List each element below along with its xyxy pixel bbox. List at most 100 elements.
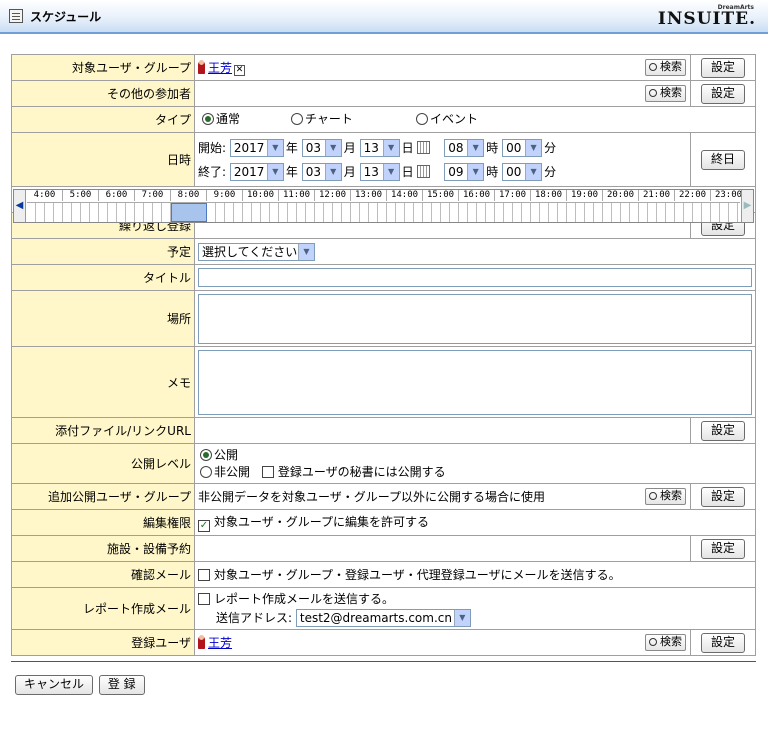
report-mail-label: レポート作成メール bbox=[11, 587, 195, 630]
type-event[interactable]: イベント bbox=[416, 110, 478, 127]
schedule-form: 対象ユーザ・グループ 王芳 ✕ 検索 設定 その他の参加者 検索 設定 タイプ 通… bbox=[11, 54, 756, 656]
timeline-hour-label: 11:00 bbox=[279, 190, 315, 201]
place-textarea[interactable] bbox=[198, 293, 752, 344]
divider bbox=[11, 661, 756, 662]
plan-label: 予定 bbox=[11, 238, 195, 265]
secretary-checkbox[interactable] bbox=[261, 465, 274, 478]
calendar-icon[interactable] bbox=[417, 164, 431, 178]
end-year-select[interactable]: 2017 ▼ bbox=[229, 163, 284, 181]
target-user-link[interactable]: 王芳 bbox=[208, 61, 232, 75]
timeline-hour-label: 19:00 bbox=[567, 190, 603, 201]
memo-label: メモ bbox=[11, 346, 195, 418]
start-minute-select[interactable]: 00 ▼ bbox=[502, 139, 543, 157]
timeline-hour-label: 13:00 bbox=[351, 190, 387, 201]
timeline-hour-label: 20:00 bbox=[603, 190, 639, 201]
radio-public[interactable] bbox=[200, 448, 212, 461]
timeline-hour-label: 7:00 bbox=[135, 190, 171, 201]
search-icon bbox=[649, 88, 657, 97]
timeline-hour-label: 18:00 bbox=[531, 190, 567, 201]
other-search-button[interactable]: 検索 bbox=[645, 84, 686, 102]
end-hour-select[interactable]: 09 ▼ bbox=[444, 163, 485, 181]
bottom-buttons: キャンセル 登 録 bbox=[15, 675, 147, 695]
attach-label: 添付ファイル/リンクURL bbox=[11, 417, 195, 444]
header-bar: スケジュール DreamArts INSUITE. bbox=[0, 0, 768, 34]
registrant-user-link[interactable]: 王芳 bbox=[208, 636, 232, 650]
edit-perm-label: 編集権限 bbox=[11, 509, 195, 536]
end-row: 終了: 2017 ▼ 年 03 ▼ 月 13 ▼ 日 09 ▼ 時 00 ▼ 分 bbox=[198, 163, 557, 181]
type-label: タイプ bbox=[11, 106, 195, 133]
timeline-left-arrow-icon[interactable]: ◀ bbox=[14, 190, 26, 222]
timeline-right-arrow-icon[interactable]: ▶ bbox=[741, 190, 753, 222]
radio-chart[interactable] bbox=[291, 113, 303, 125]
other-set-button[interactable]: 設定 bbox=[701, 83, 745, 104]
public-option[interactable]: 公開 bbox=[200, 447, 752, 464]
timeline-hour-label: 22:00 bbox=[675, 190, 711, 201]
timeline-hour-label: 14:00 bbox=[387, 190, 423, 201]
datetime-value: 開始: 2017 ▼ 年 03 ▼ 月 13 ▼ 日 08 ▼ 時 00 ▼ 分 終了: 2017 ▼… bbox=[194, 132, 691, 187]
register-button[interactable]: 登 録 bbox=[98, 675, 145, 695]
type-chart[interactable]: チャート bbox=[291, 110, 353, 127]
start-year-select[interactable]: 2017 ▼ bbox=[229, 139, 284, 157]
radio-private[interactable] bbox=[200, 465, 212, 478]
confirm-mail-label: 確認メール bbox=[11, 561, 195, 588]
extra-public-set-button[interactable]: 設定 bbox=[701, 486, 745, 507]
other-label: その他の参加者 bbox=[11, 80, 195, 107]
start-month-select[interactable]: 03 ▼ bbox=[301, 139, 342, 157]
search-icon bbox=[649, 491, 657, 500]
memo-textarea[interactable] bbox=[198, 349, 752, 415]
timeline-hour-label: 15:00 bbox=[423, 190, 459, 201]
facility-set-button[interactable]: 設定 bbox=[701, 538, 745, 559]
timeline-hour-label: 6:00 bbox=[99, 190, 135, 201]
user-icon bbox=[198, 60, 205, 74]
registrant-search-button[interactable]: 検索 bbox=[645, 633, 686, 651]
timeline-hour-label: 21:00 bbox=[639, 190, 675, 201]
title-input[interactable] bbox=[198, 268, 752, 287]
calendar-icon[interactable] bbox=[417, 140, 431, 154]
type-value: 通常 チャート イベント bbox=[194, 106, 756, 133]
end-day-select[interactable]: 13 ▼ bbox=[359, 163, 400, 181]
timeline: ◀ 4:00 5:00 6:00 7:00 8:00 9:00 10:00 11:00 12:0… bbox=[11, 186, 756, 223]
other-value: 検索 bbox=[194, 80, 691, 107]
end-month-select[interactable]: 03 ▼ bbox=[301, 163, 342, 181]
start-hour-select[interactable]: 08 ▼ bbox=[444, 139, 485, 157]
type-normal[interactable]: 通常 bbox=[202, 110, 240, 127]
page-title: スケジュール bbox=[30, 10, 102, 24]
plan-select[interactable]: 選択してください ▼ bbox=[198, 242, 315, 261]
timeline-hour-label: 5:00 bbox=[63, 190, 99, 201]
facility-label: 施設・設備予約 bbox=[11, 535, 195, 562]
timeline-hours: 4:00 5:00 6:00 7:00 8:00 9:00 10:00 11:00 12:00 1… bbox=[27, 190, 747, 201]
edit-perm-checkbox[interactable]: ✓ bbox=[198, 520, 210, 532]
cancel-button[interactable]: キャンセル bbox=[15, 675, 94, 695]
timeline-hour-label: 10:00 bbox=[243, 190, 279, 201]
timeline-hour-label: 9:00 bbox=[207, 190, 243, 201]
target-label: 対象ユーザ・グループ bbox=[11, 54, 195, 81]
schedule-icon bbox=[9, 9, 23, 23]
title-label: タイトル bbox=[11, 264, 195, 291]
target-set-button[interactable]: 設定 bbox=[701, 57, 745, 78]
brand-logo: INSUITE. bbox=[657, 9, 756, 29]
attach-set-button[interactable]: 設定 bbox=[701, 420, 745, 441]
registrant-label: 登録ユーザ bbox=[11, 629, 195, 656]
timeline-hour-label: 16:00 bbox=[459, 190, 495, 201]
registrant-set-button[interactable]: 設定 bbox=[701, 632, 745, 653]
user-icon bbox=[198, 635, 205, 649]
address-select[interactable]: test2@dreamarts.com.cn ▼ bbox=[295, 609, 471, 627]
target-search-button[interactable]: 検索 bbox=[645, 58, 686, 76]
all-day-button[interactable]: 終日 bbox=[701, 149, 745, 170]
timeline-hour-label: 8:00 bbox=[171, 190, 207, 201]
start-day-select[interactable]: 13 ▼ bbox=[359, 139, 400, 157]
extra-public-label: 追加公開ユーザ・グループ bbox=[11, 483, 195, 510]
timeline-hour-label: 4:00 bbox=[27, 190, 63, 201]
report-mail-checkbox[interactable] bbox=[198, 592, 210, 605]
remove-user-icon[interactable]: ✕ bbox=[234, 65, 246, 76]
place-label: 場所 bbox=[11, 290, 195, 347]
search-icon bbox=[649, 62, 657, 71]
extra-public-note: 非公開データを対象ユーザ・グループ以外に公開する場合に使用 bbox=[198, 490, 546, 504]
target-value: 王芳 ✕ 検索 bbox=[194, 54, 691, 81]
end-minute-select[interactable]: 00 ▼ bbox=[502, 163, 543, 181]
private-option[interactable]: 非公開 登録ユーザの秘書には公開する bbox=[200, 464, 752, 481]
extra-public-search-button[interactable]: 検索 bbox=[645, 487, 686, 505]
radio-event[interactable] bbox=[416, 113, 428, 125]
radio-normal[interactable] bbox=[202, 113, 214, 125]
confirm-mail-checkbox[interactable] bbox=[198, 569, 210, 581]
